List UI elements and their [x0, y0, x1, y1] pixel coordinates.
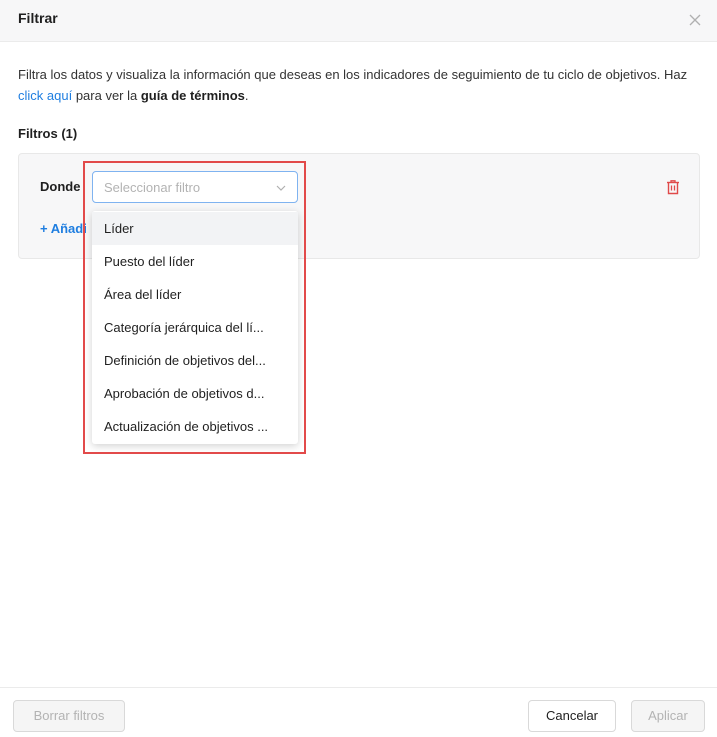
dropdown-option-area-lider[interactable]: Área del líder [92, 278, 298, 311]
filter-dropdown-menu: Líder Puesto del líder Área del líder Ca… [92, 211, 298, 444]
filter-select-placeholder: Seleccionar filtro [104, 180, 201, 195]
trash-icon[interactable] [664, 178, 682, 196]
dropdown-option-puesto-lider[interactable]: Puesto del líder [92, 245, 298, 278]
dialog-header: Filtrar [0, 0, 717, 42]
dropdown-option-lider[interactable]: Líder [92, 212, 298, 245]
cancel-button[interactable]: Cancelar [528, 700, 616, 732]
dropdown-option-actualizacion-objetivos[interactable]: Actualización de objetivos ... [92, 410, 298, 443]
clear-filters-button[interactable]: Borrar filtros [13, 700, 125, 732]
filter-select[interactable]: Seleccionar filtro [92, 171, 298, 203]
dialog-title: Filtrar [18, 10, 58, 26]
terms-guide-label: guía de términos [140, 88, 245, 103]
add-filter-link[interactable]: + Añadi [40, 221, 87, 236]
intro-text: Filtra los datos y visualiza la informac… [18, 67, 688, 103]
terms-guide-link[interactable]: click aquí [18, 88, 72, 103]
filters-title: Filtros (1) [18, 126, 78, 141]
dropdown-option-definicion-objetivos[interactable]: Definición de objetivos del... [92, 344, 298, 377]
donde-label: Donde [40, 179, 81, 194]
close-icon[interactable] [686, 11, 704, 29]
apply-button[interactable]: Aplicar [631, 700, 705, 732]
chevron-down-icon [276, 185, 286, 191]
dropdown-option-aprobacion-objetivos[interactable]: Aprobación de objetivos d... [92, 377, 298, 410]
dropdown-option-categoria-jerarquica[interactable]: Categoría jerárquica del lí... [92, 311, 298, 344]
